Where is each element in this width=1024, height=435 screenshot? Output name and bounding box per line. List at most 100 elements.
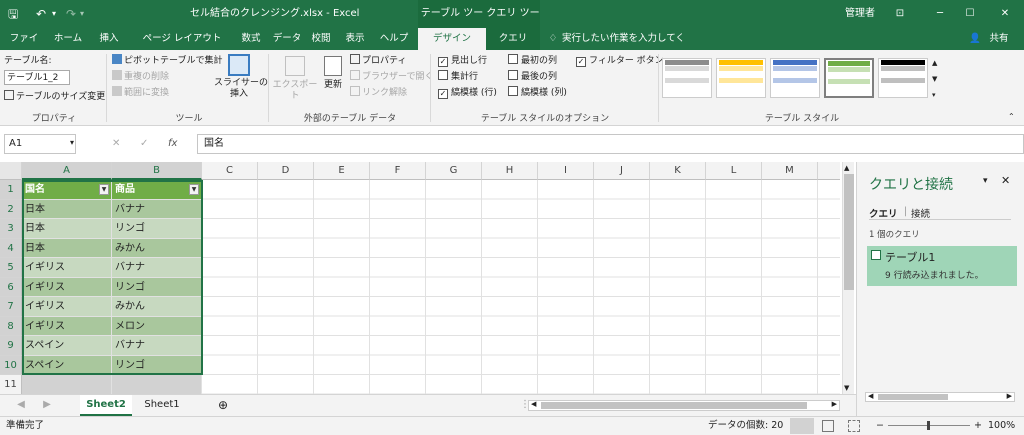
table-header-cell[interactable]: 商品 ▼ <box>112 180 202 200</box>
tab-design[interactable]: デザイン <box>418 28 486 50</box>
name-box-dropdown-icon[interactable]: ▾ <box>70 138 74 147</box>
filter-dropdown-icon[interactable]: ▼ <box>99 184 109 195</box>
filter-button-checkbox[interactable]: ✓ フィルター ボタン <box>576 54 664 68</box>
next-sheet-icon[interactable]: ▶ <box>40 395 54 416</box>
last-column-checkbox[interactable]: 最後の列 <box>508 70 557 84</box>
pane-tab-queries[interactable]: クエリ <box>869 206 898 220</box>
empty-selected-cell[interactable] <box>112 375 202 394</box>
gallery-scroll-up-icon[interactable]: ▲ <box>932 56 937 70</box>
collapse-ribbon-icon[interactable]: ⌃ <box>1008 110 1015 124</box>
redo-icon[interactable]: ↷ <box>66 0 76 28</box>
table-cell[interactable]: みかん <box>112 297 202 317</box>
column-header[interactable]: F <box>370 162 426 180</box>
table-cell[interactable]: 日本 <box>22 238 112 258</box>
gallery-more-icon[interactable]: ▾ <box>932 88 936 102</box>
minimize-button[interactable]: ─ <box>925 0 955 28</box>
table-style-blue[interactable] <box>770 58 820 98</box>
scroll-up-icon[interactable]: ▲ <box>844 164 849 172</box>
unlink-button[interactable]: リンク解除 <box>350 86 407 100</box>
table-cell[interactable]: イギリス <box>22 316 112 336</box>
column-header[interactable]: H <box>482 162 538 180</box>
resize-table-button[interactable]: テーブルのサイズ変更 <box>4 90 105 104</box>
pane-scroll-right-icon[interactable]: ▶ <box>1007 392 1012 400</box>
open-in-browser-button[interactable]: ブラウザーで開く <box>350 70 433 84</box>
horizontal-scrollbar[interactable]: ◀ ▶ <box>528 400 840 411</box>
zoom-slider-thumb[interactable] <box>927 421 930 430</box>
tab-formulas[interactable]: 数式 <box>236 28 266 50</box>
scroll-down-icon[interactable]: ▼ <box>844 384 849 392</box>
scroll-right-icon[interactable]: ▶ <box>832 400 837 408</box>
row-header[interactable]: 11 <box>0 375 22 394</box>
first-column-checkbox[interactable]: 最初の列 <box>508 54 557 68</box>
spreadsheet-grid[interactable]: A B C D E F G H I J K L M 1 2 3 4 5 6 7 … <box>0 162 840 394</box>
table-name-input[interactable]: テーブル1_2 <box>4 70 70 85</box>
sheet-tab-sheet2[interactable]: Sheet2 <box>80 395 132 416</box>
tab-review[interactable]: 校閲 <box>306 28 336 50</box>
table-style-gray[interactable] <box>662 58 712 98</box>
table-header-cell[interactable]: 国名 ▼ <box>22 180 112 200</box>
table-style-black[interactable] <box>878 58 928 98</box>
page-layout-view-icon[interactable] <box>822 420 834 432</box>
tab-query[interactable]: クエリ <box>486 28 540 50</box>
cancel-icon[interactable]: ✕ <box>112 138 120 149</box>
column-header-partial[interactable] <box>818 162 840 180</box>
table-cell[interactable]: スペイン <box>22 355 112 375</box>
table-cell[interactable]: 日本 <box>22 199 112 219</box>
tab-splitter[interactable]: ⋮ <box>520 395 530 416</box>
pane-scroll-left-icon[interactable]: ◀ <box>868 392 873 400</box>
tab-insert[interactable]: 挿入 <box>94 28 124 50</box>
zoom-level[interactable]: 100% <box>988 417 1015 435</box>
row-header[interactable]: 5 <box>0 258 22 278</box>
column-header[interactable]: E <box>314 162 370 180</box>
share-user-icon[interactable]: 👤 <box>968 28 982 50</box>
remove-duplicates-button[interactable]: 重複の削除 <box>112 70 169 84</box>
export-button[interactable]: エクスポート <box>272 56 318 102</box>
column-header[interactable]: A <box>22 162 112 180</box>
page-break-view-icon[interactable] <box>848 420 860 432</box>
zoom-out-icon[interactable]: − <box>876 417 884 435</box>
empty-cells[interactable] <box>202 180 840 394</box>
query-item[interactable]: テーブル1 9 行読み込まれました。 <box>867 246 1017 286</box>
vertical-scrollbar[interactable]: ▲ ▼ <box>842 162 854 394</box>
user-name[interactable]: 管理者 <box>845 0 875 28</box>
filter-dropdown-icon[interactable]: ▼ <box>189 184 199 195</box>
formula-input[interactable]: 国名 <box>197 134 1024 154</box>
row-header[interactable]: 9 <box>0 336 22 356</box>
close-button[interactable]: ✕ <box>990 0 1020 28</box>
tell-me-input[interactable]: 実行したい作業を入力してください <box>562 28 692 66</box>
table-cell[interactable]: リンゴ <box>112 219 202 239</box>
column-header[interactable]: L <box>706 162 762 180</box>
row-header[interactable]: 10 <box>0 355 22 375</box>
ribbon-display-options-icon[interactable]: ⊡ <box>885 0 915 28</box>
pane-horizontal-scrollbar[interactable]: ◀ ▶ <box>865 392 1015 402</box>
zoom-in-icon[interactable]: + <box>974 417 982 435</box>
table-style-gold[interactable] <box>716 58 766 98</box>
pane-close-icon[interactable]: ✕ <box>1001 174 1010 187</box>
column-header[interactable]: G <box>426 162 482 180</box>
tab-home[interactable]: ホーム <box>48 28 88 50</box>
table-cell[interactable]: メロン <box>112 316 202 336</box>
pane-options-icon[interactable]: ▾ <box>983 176 988 186</box>
pane-tab-connections[interactable]: 接続 <box>911 206 930 220</box>
column-header[interactable]: I <box>538 162 594 180</box>
column-header[interactable]: D <box>258 162 314 180</box>
quick-access-customize-icon[interactable]: ▾ <box>80 0 84 28</box>
empty-selected-cell[interactable] <box>22 375 112 394</box>
convert-to-range-button[interactable]: 範囲に変換 <box>112 86 169 100</box>
normal-view-icon[interactable] <box>790 418 814 434</box>
tab-view[interactable]: 表示 <box>340 28 370 50</box>
column-header[interactable]: K <box>650 162 706 180</box>
row-header[interactable]: 6 <box>0 277 22 297</box>
row-header[interactable]: 2 <box>0 199 22 219</box>
column-header[interactable]: C <box>202 162 258 180</box>
table-cell[interactable]: 日本 <box>22 219 112 239</box>
row-header[interactable]: 3 <box>0 219 22 239</box>
sheet-tab-sheet1[interactable]: Sheet1 <box>136 395 188 416</box>
refresh-button[interactable]: 更新 <box>318 56 348 91</box>
undo-dropdown-icon[interactable]: ▾ <box>52 0 56 28</box>
row-header[interactable]: 8 <box>0 316 22 336</box>
row-header[interactable]: 7 <box>0 297 22 317</box>
table-cell[interactable]: みかん <box>112 238 202 258</box>
insert-function-icon[interactable]: fx <box>168 138 177 149</box>
gallery-scroll-down-icon[interactable]: ▼ <box>932 72 937 86</box>
